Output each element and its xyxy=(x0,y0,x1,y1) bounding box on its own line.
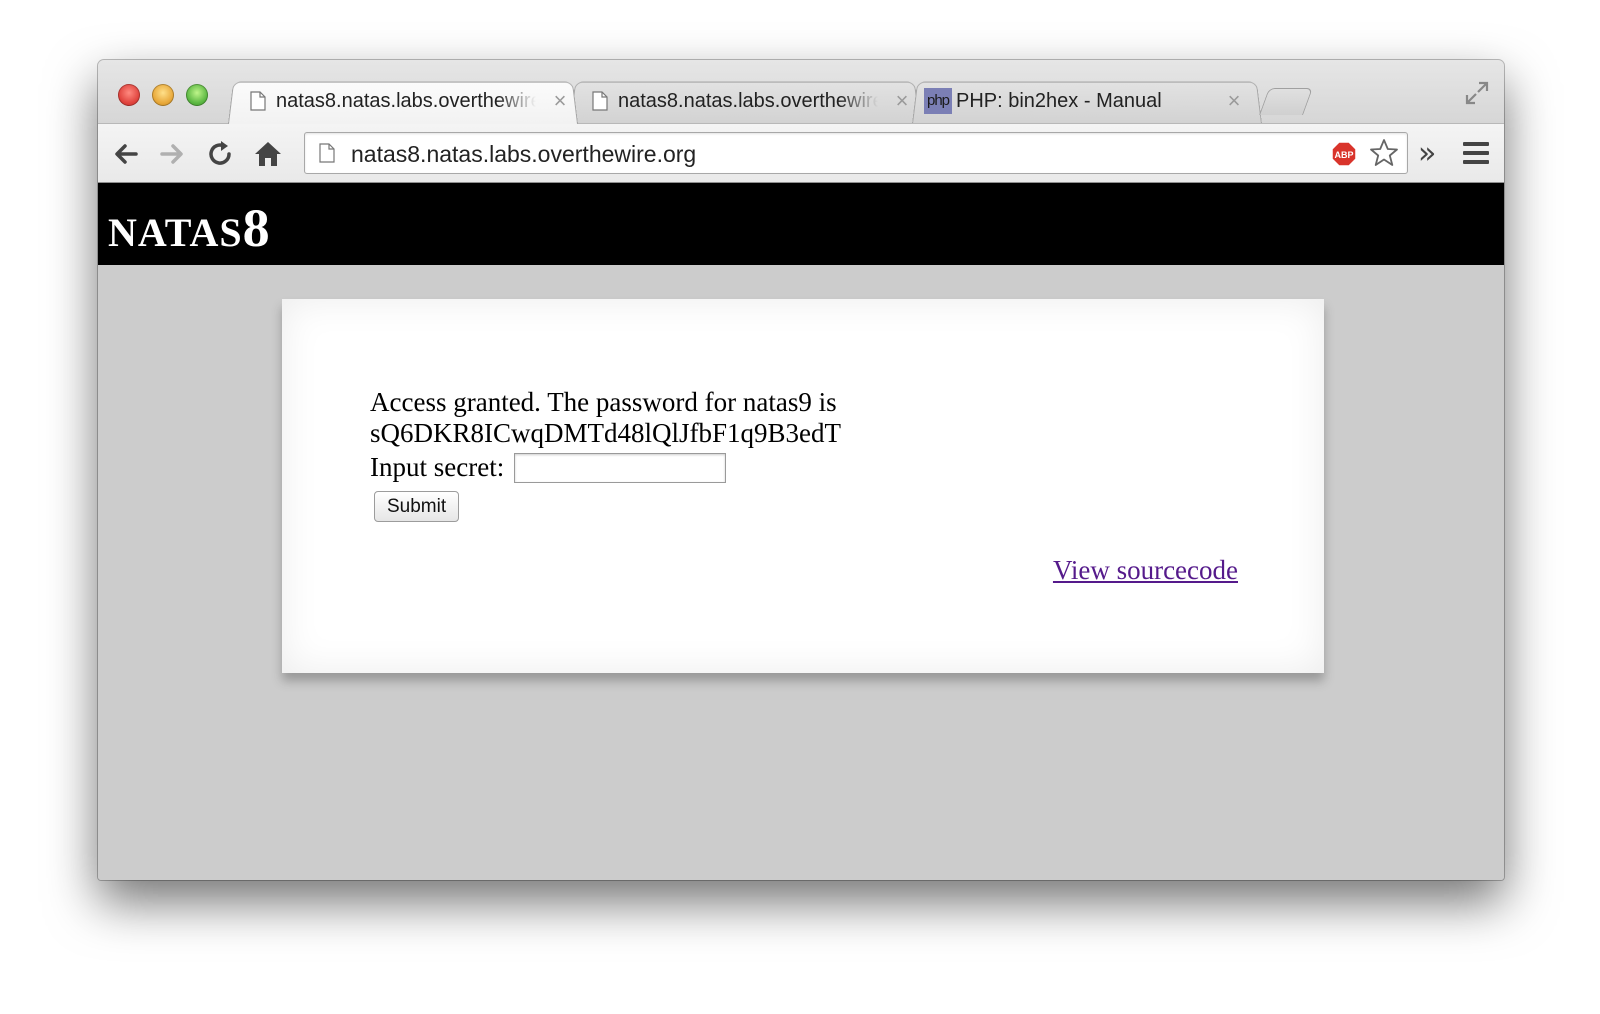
secret-input[interactable] xyxy=(514,452,727,483)
tab-close-icon[interactable]: × xyxy=(550,88,570,114)
browser-toolbar: natas8.natas.labs.overthewire.org ABP » xyxy=(98,123,1504,183)
card-body: Access granted. The password for natas9 … xyxy=(370,387,841,522)
tab-title: PHP: bin2hex - Manual xyxy=(956,89,1162,112)
window-minimize-button[interactable] xyxy=(152,84,174,106)
address-url[interactable]: natas8.natas.labs.overthewire.org xyxy=(351,141,696,168)
tab-1-content[interactable]: natas8.natas.labs.overthewire.org × xyxy=(250,82,570,120)
window-close-button[interactable] xyxy=(118,84,140,106)
home-icon[interactable] xyxy=(252,138,284,170)
secret-row: Input secret: xyxy=(370,452,841,483)
adblock-label: ABP xyxy=(1334,150,1353,160)
page-content: NATAS8 Access granted. The password for … xyxy=(98,183,1504,880)
page-icon xyxy=(592,91,608,111)
banner-title-number: 8 xyxy=(242,198,271,258)
page-title: NATAS8 xyxy=(108,197,271,259)
tab-title: natas8.natas.labs.overthewire.org xyxy=(276,89,536,112)
page-icon xyxy=(250,91,266,111)
access-message: Access granted. The password for natas9 … xyxy=(370,387,837,417)
content-card: Access granted. The password for natas9 … xyxy=(282,299,1324,673)
bookmark-star-icon[interactable] xyxy=(1369,138,1399,168)
fullscreen-icon[interactable] xyxy=(1464,80,1490,106)
banner-title-text: NATAS xyxy=(108,210,243,255)
tab-title: natas8.natas.labs.overthewire.org xyxy=(618,89,878,112)
password-text: sQ6DKR8ICwqDMTd48lQlJfbF1q9B3edT xyxy=(370,418,842,448)
hamburger-menu-icon[interactable] xyxy=(1462,140,1490,166)
tab-2-content[interactable]: natas8.natas.labs.overthewire.org × xyxy=(592,82,912,120)
submit-button[interactable]: Submit xyxy=(374,491,460,522)
extensions-overflow-icon[interactable]: » xyxy=(1418,136,1437,171)
page-icon xyxy=(319,143,335,163)
new-tab-button[interactable] xyxy=(1259,88,1313,115)
tab-close-icon[interactable]: × xyxy=(892,88,912,114)
tab-3-content[interactable]: php PHP: bin2hex - Manual × xyxy=(924,82,1244,120)
back-arrow-icon[interactable] xyxy=(110,138,142,170)
window-maximize-button[interactable] xyxy=(186,84,208,106)
secret-label: Input secret: xyxy=(370,452,505,482)
tab-strip: natas8.natas.labs.overthewire.org × nata… xyxy=(98,60,1504,124)
browser-window: natas8.natas.labs.overthewire.org × nata… xyxy=(98,60,1504,880)
forward-arrow-icon[interactable] xyxy=(156,138,188,170)
reload-icon[interactable] xyxy=(204,138,236,170)
adblock-icon[interactable]: ABP xyxy=(1331,141,1357,167)
address-bar[interactable]: natas8.natas.labs.overthewire.org ABP xyxy=(304,132,1408,174)
site-banner: NATAS8 xyxy=(98,183,1504,265)
tab-close-icon[interactable]: × xyxy=(1224,88,1244,114)
view-sourcecode-link[interactable]: View sourcecode xyxy=(1053,555,1238,586)
php-icon: php xyxy=(924,88,952,114)
